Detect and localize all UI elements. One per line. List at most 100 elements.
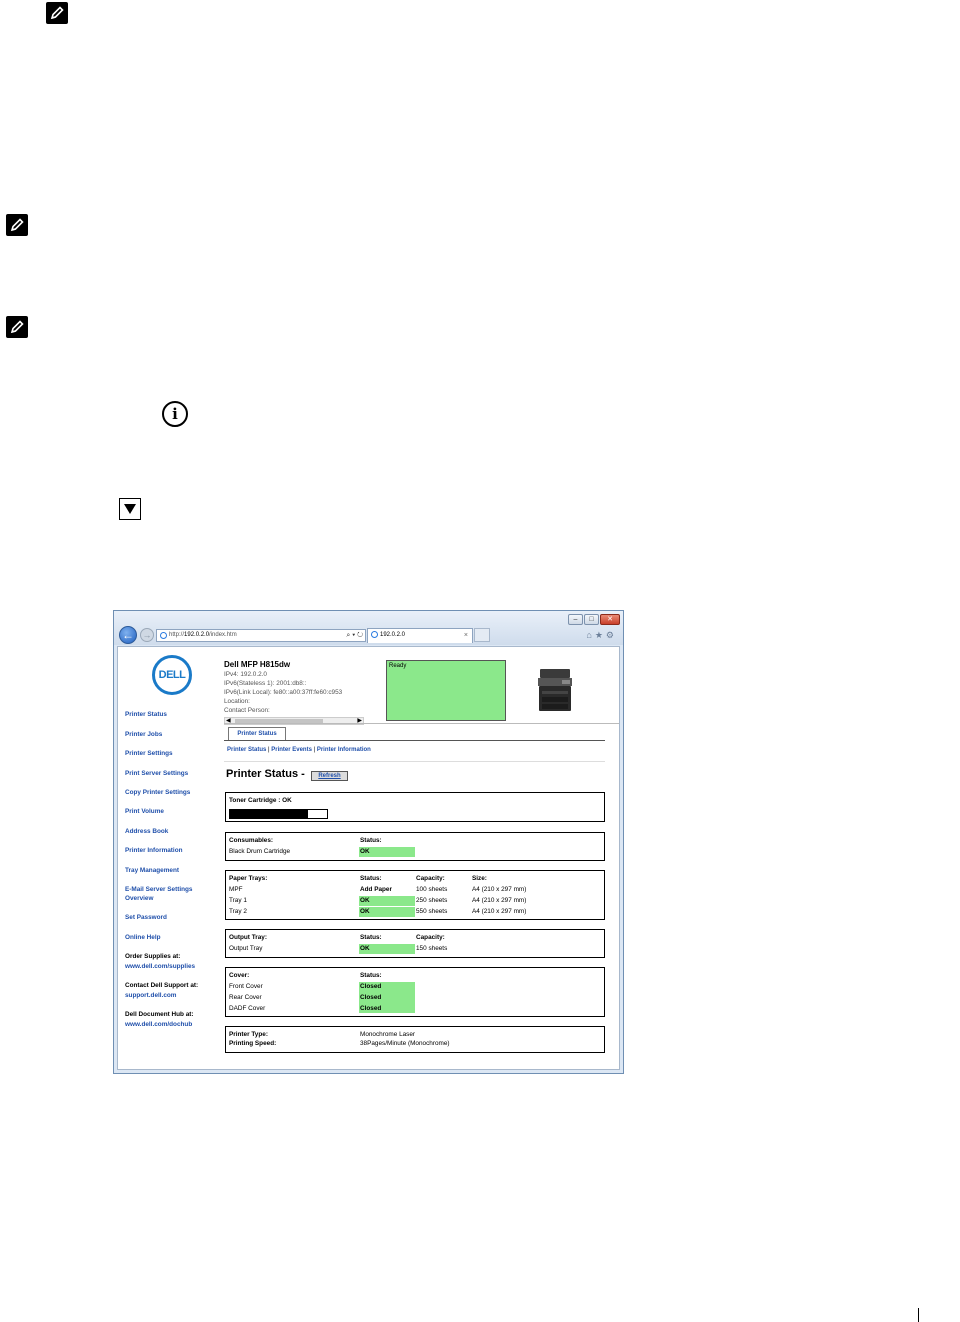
address-bar[interactable]: http://192.0.2.0/index.htm ⌕ ▾ ↻	[156, 629, 366, 642]
printer-info-section: Printer Type: Monochrome Laser Printing …	[225, 1026, 605, 1053]
nav-printer-status[interactable]: Printer Status	[125, 711, 167, 719]
consumable-item-name: Black Drum Cartridge	[229, 848, 291, 855]
document-hub-label: Dell Document Hub at:	[125, 1011, 194, 1018]
close-button[interactable]: ✕	[600, 614, 620, 625]
output-tray-header: Output Tray:	[229, 934, 267, 941]
paper-trays-capacity-header: Capacity:	[416, 875, 445, 882]
ipv6-stateless-line: IPv6(Stateless 1): 2001:db8::	[224, 680, 307, 687]
url-prefix: http://	[169, 632, 185, 638]
tray-status: OK	[360, 897, 370, 904]
cover-status-header: Status:	[360, 972, 382, 979]
printer-type-value: Monochrome Laser	[360, 1031, 416, 1038]
consumable-status: OK	[360, 848, 370, 855]
forward-button[interactable]: →	[140, 628, 154, 642]
output-tray-status-header: Status:	[360, 934, 382, 941]
location-line: Location:	[224, 698, 250, 705]
tab-divider	[224, 740, 605, 741]
url-path: /index.htm	[209, 632, 237, 638]
order-supplies-link[interactable]: www.dell.com/supplies	[125, 963, 195, 971]
nav-copy-printer-settings[interactable]: Copy Printer Settings	[125, 789, 190, 797]
nav-online-help[interactable]: Online Help	[125, 934, 161, 942]
tray-capacity: 550 sheets	[416, 908, 448, 915]
cover-section: Cover: Status: Front Cover Closed Rear C…	[225, 967, 605, 1017]
tray-name: MPF	[229, 886, 243, 893]
tray-status: Add Paper	[360, 886, 392, 893]
refresh-button[interactable]: Refresh	[311, 771, 348, 781]
ipv4-line: IPv4: 192.0.2.0	[224, 671, 267, 678]
note-icon	[6, 316, 28, 338]
toner-level-bar	[229, 809, 328, 819]
ie-icon	[371, 631, 378, 638]
browser-chrome: – □ ✕ ← → http://192.0.2.0/index.htm ⌕ ▾…	[114, 611, 623, 645]
status-text: Ready	[389, 663, 407, 669]
dell-logo[interactable]: DELL	[152, 655, 192, 695]
output-tray-capacity: 150 sheets	[416, 945, 448, 952]
output-tray-name: Output Tray	[229, 945, 263, 952]
nav-printer-information[interactable]: Printer Information	[125, 847, 183, 855]
nav-printer-settings[interactable]: Printer Settings	[125, 750, 173, 758]
tray-size: A4 (210 x 297 mm)	[472, 886, 527, 893]
header-divider	[224, 723, 619, 724]
browser-window: – □ ✕ ← → http://192.0.2.0/index.htm ⌕ ▾…	[113, 610, 624, 1074]
sublink-printer-status[interactable]: Printer Status	[227, 747, 266, 753]
consumables-status-header: Status:	[360, 837, 382, 844]
consumables-header: Consumables:	[229, 837, 274, 844]
sublink-separator: |	[313, 747, 316, 753]
contact-person-line: Contact Person:	[224, 707, 270, 714]
home-favorites-tools-icons[interactable]: ⌂★⚙	[586, 630, 617, 641]
nav-printer-jobs[interactable]: Printer Jobs	[125, 731, 162, 739]
contact-support-label: Contact Dell Support at:	[125, 982, 199, 989]
nav-print-server-settings[interactable]: Print Server Settings	[125, 770, 188, 778]
tab-title: 192.0.2.0	[380, 632, 406, 638]
minimize-button[interactable]: –	[568, 614, 583, 625]
search-refresh-icons[interactable]: ⌕ ▾ ↻	[346, 630, 363, 641]
sub-navigation: Printer Status | Printer Events | Printe…	[227, 747, 371, 753]
new-tab-button[interactable]	[474, 628, 490, 642]
sublink-separator: |	[268, 747, 270, 753]
document-hub-link[interactable]: www.dell.com/dochub	[125, 1021, 192, 1029]
url-host: 192.0.2.0	[184, 632, 210, 638]
tab-close-icon[interactable]: ×	[464, 629, 468, 642]
cover-status: Closed	[360, 1005, 382, 1012]
maximize-button[interactable]: □	[584, 614, 599, 625]
info-icon: i	[162, 401, 188, 427]
note-icon	[6, 214, 28, 236]
printer-model-title: Dell MFP H815dw	[224, 660, 291, 669]
paper-trays-header: Paper Trays:	[229, 875, 268, 882]
sublink-printer-information[interactable]: Printer Information	[317, 747, 371, 753]
ipv6-link-local-line: IPv6(Link Local): fe80::a00:37ff:fe60:c9…	[224, 689, 343, 696]
tray-status: OK	[360, 908, 370, 915]
paper-trays-status-header: Status:	[360, 875, 382, 882]
output-tray-capacity-header: Capacity:	[416, 934, 445, 941]
back-button[interactable]: ←	[119, 626, 137, 644]
cover-status: Closed	[360, 983, 382, 990]
web-content: DELL Printer Status Printer Jobs Printer…	[117, 646, 620, 1070]
toner-section: Toner Cartridge : OK	[225, 792, 605, 822]
printer-image	[538, 669, 572, 711]
printer-type-label: Printer Type:	[229, 1031, 268, 1038]
tray-size: A4 (210 x 297 mm)	[472, 908, 527, 915]
nav-print-volume[interactable]: Print Volume	[125, 808, 164, 816]
ie-icon	[160, 632, 167, 639]
printing-speed-value: 38Pages/Minute (Monochrome)	[360, 1040, 450, 1047]
nav-address-book[interactable]: Address Book	[125, 828, 168, 836]
tray-capacity: 250 sheets	[416, 897, 448, 904]
nav-email-server-overview[interactable]: Overview	[125, 895, 153, 903]
printing-speed-label: Printing Speed:	[229, 1040, 277, 1047]
sublink-printer-events[interactable]: Printer Events	[271, 747, 312, 753]
tray-name: Tray 2	[229, 908, 247, 915]
cover-header: Cover:	[229, 972, 250, 979]
tray-name: Tray 1	[229, 897, 247, 904]
order-supplies-label: Order Supplies at:	[125, 953, 181, 960]
tab-printer-status[interactable]: Printer Status	[228, 727, 286, 741]
consumables-section: Consumables: Status: Black Drum Cartridg…	[225, 832, 605, 861]
output-tray-status: OK	[360, 945, 370, 952]
contact-support-link[interactable]: support.dell.com	[125, 992, 176, 1000]
nav-email-server-settings[interactable]: E-Mail Server Settings	[125, 886, 192, 894]
note-icon	[46, 2, 68, 24]
paper-trays-section: Paper Trays: Status: Capacity: Size: MPF…	[225, 870, 605, 920]
nav-tray-management[interactable]: Tray Management	[125, 867, 179, 875]
nav-set-password[interactable]: Set Password	[125, 914, 167, 922]
sublink-divider	[224, 761, 605, 762]
browser-tab[interactable]: 192.0.2.0 ×	[367, 628, 473, 643]
